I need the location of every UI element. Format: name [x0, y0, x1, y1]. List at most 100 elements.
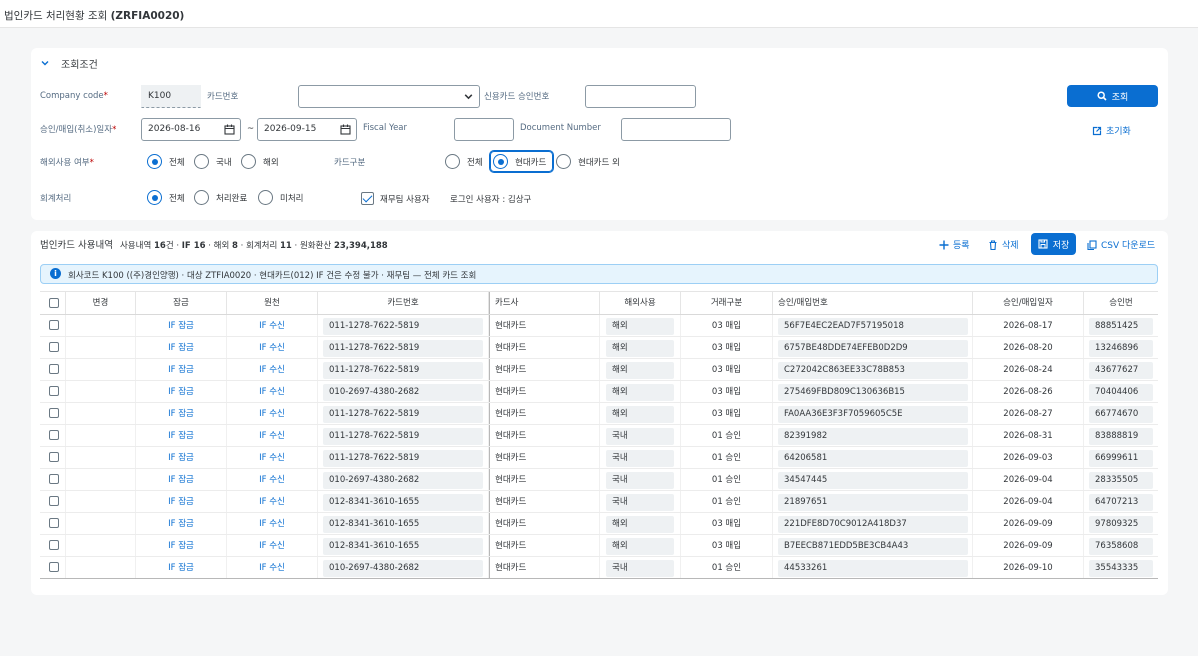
- card-type-option-other[interactable]: 현대카드 외: [556, 154, 620, 169]
- lock-link[interactable]: IF 잠금: [136, 381, 227, 402]
- overseas-option-foreign[interactable]: 해외: [241, 154, 279, 169]
- fiscal-year-input[interactable]: [454, 118, 514, 141]
- table-row[interactable]: IF 잠금 IF 수신 012-8341-3610-1655 현대카드 해외 03 매입 B…: [40, 535, 1158, 557]
- approval-number-input[interactable]: [585, 85, 696, 108]
- reset-button[interactable]: 초기화: [1092, 124, 1131, 137]
- lock-link[interactable]: IF 잠금: [136, 513, 227, 534]
- source-link[interactable]: IF 수신: [227, 403, 318, 424]
- row-checkbox[interactable]: [49, 430, 59, 440]
- approval-no-value: 64206581: [778, 450, 968, 467]
- card-number-label: 카드번호: [207, 92, 239, 102]
- row-checkbox[interactable]: [49, 496, 59, 506]
- source-link[interactable]: IF 수신: [227, 381, 318, 402]
- column-header[interactable]: 원천: [227, 292, 318, 314]
- overseas-option-domestic[interactable]: 국내: [194, 154, 232, 169]
- row-checkbox[interactable]: [49, 386, 59, 396]
- column-header[interactable]: 카드사: [489, 292, 600, 314]
- table-row[interactable]: IF 잠금 IF 수신 011-1278-7622-5819 현대카드 국내 01 승인 8…: [40, 425, 1158, 447]
- approval-no-value: 275469FBD809C130636B15: [778, 384, 968, 401]
- accounting-option-done[interactable]: 처리완료: [194, 190, 247, 205]
- delete-button[interactable]: 삭제: [988, 238, 1019, 251]
- source-link[interactable]: IF 수신: [227, 535, 318, 556]
- approval-cell: 64707213: [1084, 491, 1158, 512]
- lock-link[interactable]: IF 잠금: [136, 403, 227, 424]
- table-row[interactable]: IF 잠금 IF 수신 011-1278-7622-5819 현대카드 국내 01 승인 6…: [40, 447, 1158, 469]
- calendar-icon[interactable]: [340, 124, 351, 135]
- table-row[interactable]: IF 잠금 IF 수신 011-1278-7622-5819 현대카드 해외 03 매입 C…: [40, 359, 1158, 381]
- row-checkbox[interactable]: [49, 518, 59, 528]
- company-code-label: Company code*: [40, 91, 108, 101]
- approval-cell: 76358608: [1084, 535, 1158, 556]
- table-row[interactable]: IF 잠금 IF 수신 010-2697-4380-2682 현대카드 해외 03 매입 2…: [40, 381, 1158, 403]
- row-checkbox[interactable]: [49, 364, 59, 374]
- source-link[interactable]: IF 수신: [227, 315, 318, 336]
- approval-cell: 83888819: [1084, 425, 1158, 446]
- column-header[interactable]: 변경: [66, 292, 136, 314]
- date-to-input[interactable]: 2026-09-15: [257, 118, 357, 141]
- row-checkbox[interactable]: [49, 540, 59, 550]
- overseas-option-all[interactable]: 전체: [147, 154, 185, 169]
- table-row[interactable]: IF 잠금 IF 수신 011-1278-7622-5819 현대카드 해외 03 매입 6…: [40, 337, 1158, 359]
- row-checkbox[interactable]: [49, 408, 59, 418]
- table-row[interactable]: IF 잠금 IF 수신 011-1278-7622-5819 현대카드 해외 03 매입 F…: [40, 403, 1158, 425]
- finance-user-checkbox[interactable]: [361, 192, 374, 205]
- column-header[interactable]: 승인/매입번호: [773, 292, 973, 314]
- card-number-value: 011-1278-7622-5819: [323, 362, 483, 379]
- source-link[interactable]: IF 수신: [227, 469, 318, 490]
- column-header[interactable]: 잠금: [136, 292, 227, 314]
- lock-link[interactable]: IF 잠금: [136, 447, 227, 468]
- filter-section-title[interactable]: 조회조건: [61, 56, 98, 71]
- add-button[interactable]: 등록: [939, 238, 970, 251]
- source-link[interactable]: IF 수신: [227, 447, 318, 468]
- row-checkbox[interactable]: [49, 342, 59, 352]
- column-header[interactable]: 해외사용: [600, 292, 681, 314]
- approval-no-cell: 221DFE8D70C9012A418D37: [773, 513, 973, 534]
- save-button[interactable]: 저장: [1031, 233, 1076, 255]
- row-checkbox-cell: [40, 447, 66, 468]
- card-type-option-hyundai[interactable]: 현대카드: [488, 150, 555, 173]
- company-code-field[interactable]: K100: [141, 85, 201, 108]
- lock-link[interactable]: IF 잠금: [136, 491, 227, 512]
- source-link[interactable]: IF 수신: [227, 491, 318, 512]
- column-header[interactable]: 거래구분: [681, 292, 773, 314]
- row-checkbox[interactable]: [49, 320, 59, 330]
- approval-cell: 66774670: [1084, 403, 1158, 424]
- lock-link[interactable]: IF 잠금: [136, 359, 227, 380]
- column-header[interactable]: 카드번호: [318, 292, 489, 314]
- source-link[interactable]: IF 수신: [227, 425, 318, 446]
- date-from-input[interactable]: 2026-08-16: [141, 118, 241, 141]
- lock-link[interactable]: IF 잠금: [136, 469, 227, 490]
- row-checkbox[interactable]: [49, 474, 59, 484]
- column-header[interactable]: 승인번: [1084, 292, 1158, 314]
- table-row[interactable]: IF 잠금 IF 수신 010-2697-4380-2682 현대카드 국내 01 승인 3…: [40, 469, 1158, 491]
- lock-link[interactable]: IF 잠금: [136, 315, 227, 336]
- table-row[interactable]: IF 잠금 IF 수신 012-8341-3610-1655 현대카드 해외 03 매입 2…: [40, 513, 1158, 535]
- lock-link[interactable]: IF 잠금: [136, 535, 227, 556]
- lock-link[interactable]: IF 잠금: [136, 425, 227, 446]
- source-link[interactable]: IF 수신: [227, 557, 318, 578]
- table-row[interactable]: IF 잠금 IF 수신 011-1278-7622-5819 현대카드 해외 03 매입 5…: [40, 315, 1158, 337]
- source-link[interactable]: IF 수신: [227, 337, 318, 358]
- lock-link[interactable]: IF 잠금: [136, 337, 227, 358]
- card-number-select[interactable]: [298, 85, 480, 108]
- accounting-option-all[interactable]: 전체: [147, 190, 185, 205]
- row-checkbox[interactable]: [49, 562, 59, 572]
- lock-link[interactable]: IF 잠금: [136, 557, 227, 578]
- column-header[interactable]: 승인/매입일자: [973, 292, 1084, 314]
- overseas-label: 해외사용 여부*: [40, 158, 94, 168]
- card-number-cell: 012-8341-3610-1655: [318, 513, 489, 534]
- issuer-cell: 현대카드: [489, 381, 600, 402]
- search-button[interactable]: 조회: [1067, 85, 1158, 107]
- accounting-option-pending[interactable]: 미처리: [258, 190, 303, 205]
- table-row[interactable]: IF 잠금 IF 수신 012-8341-3610-1655 현대카드 국내 01 승인 2…: [40, 491, 1158, 513]
- csv-download-button[interactable]: CSV 다운로드: [1087, 238, 1155, 251]
- row-checkbox[interactable]: [49, 452, 59, 462]
- table-row[interactable]: IF 잠금 IF 수신 010-2697-4380-2682 현대카드 국내 01 승인 4…: [40, 557, 1158, 579]
- source-link[interactable]: IF 수신: [227, 359, 318, 380]
- source-link[interactable]: IF 수신: [227, 513, 318, 534]
- header-select-all[interactable]: [40, 292, 66, 314]
- chevron-down-icon[interactable]: [40, 58, 50, 68]
- document-number-input[interactable]: [621, 118, 731, 141]
- card-type-option-all[interactable]: 전체: [445, 154, 483, 169]
- calendar-icon[interactable]: [224, 124, 235, 135]
